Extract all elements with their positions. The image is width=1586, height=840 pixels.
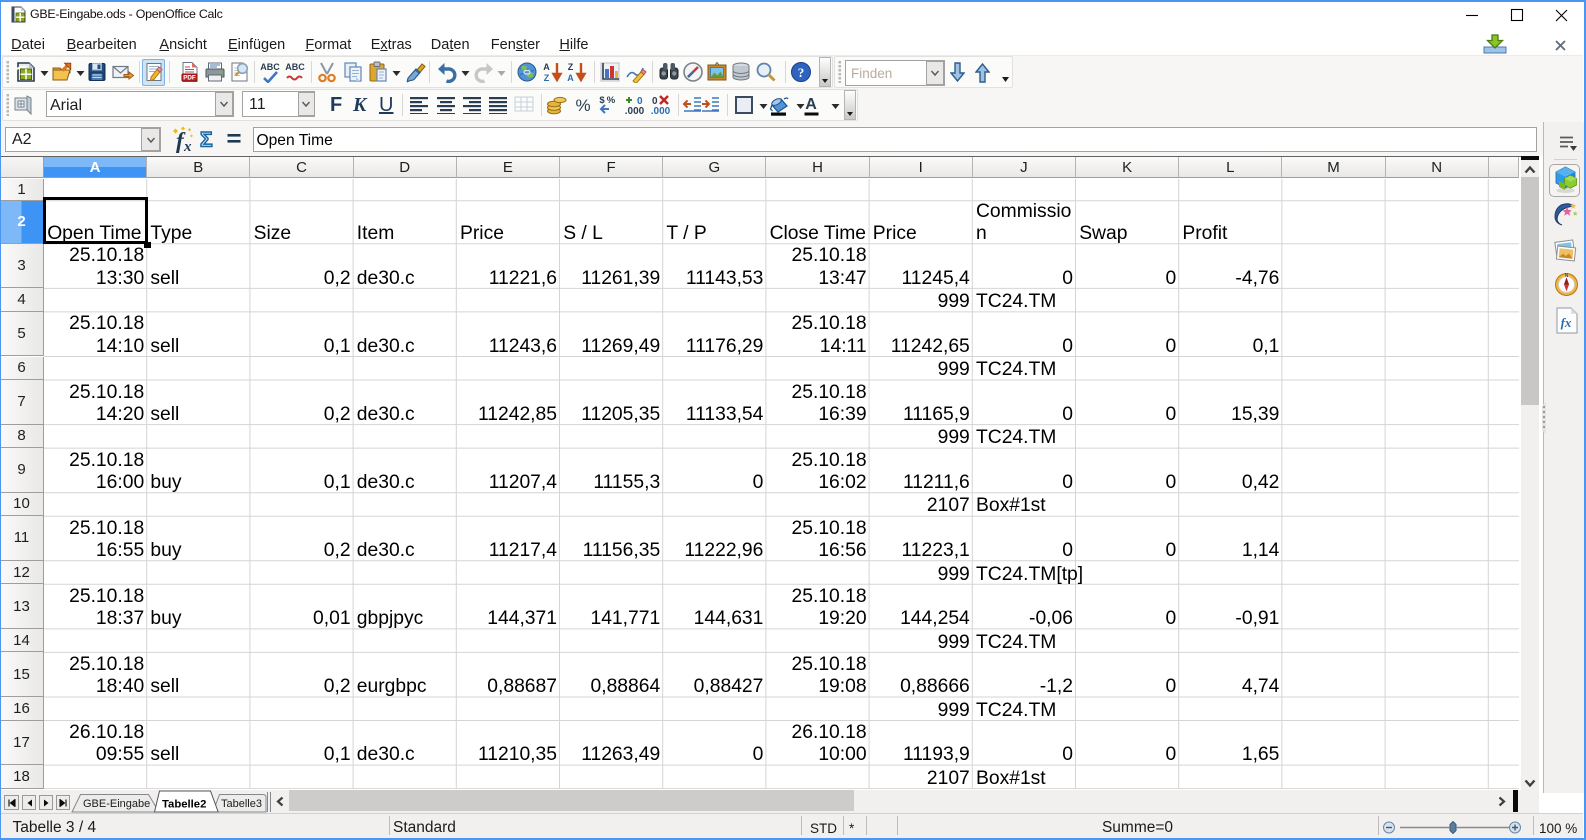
svg-text:A: A	[543, 62, 550, 72]
svg-text:.000: .000	[651, 106, 671, 116]
svg-text:GBE-Eingabe: GBE-Eingabe	[83, 798, 150, 810]
svg-text:%: %	[607, 95, 616, 106]
svg-text:.000: .000	[625, 106, 645, 116]
svg-text:A: A	[567, 73, 574, 83]
svg-text:ABC: ABC	[285, 62, 305, 72]
svg-text:fx: fx	[1561, 315, 1572, 330]
svg-text:N: N	[1565, 273, 1569, 279]
svg-text:ABC: ABC	[260, 62, 280, 72]
svg-text:%: %	[575, 96, 590, 115]
svg-text:Σ: Σ	[200, 129, 213, 152]
svg-text:Z: Z	[568, 62, 574, 72]
svg-text:x: x	[183, 139, 192, 153]
svg-text:Tabelle2: Tabelle2	[162, 798, 206, 810]
svg-text:?: ?	[797, 65, 804, 80]
svg-text:Tabelle3: Tabelle3	[221, 798, 262, 810]
svg-text:A: A	[805, 96, 817, 113]
svg-text:Z: Z	[544, 73, 550, 83]
svg-text:PDF: PDF	[183, 75, 196, 82]
svg-text:$: $	[599, 95, 605, 106]
